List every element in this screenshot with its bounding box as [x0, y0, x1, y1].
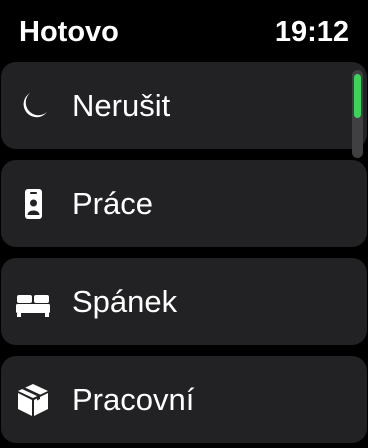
focus-mode-item-nerusit[interactable]: Nerušit: [1, 62, 367, 149]
bed-icon: [16, 295, 50, 317]
focus-mode-item-spanek[interactable]: Spánek: [1, 258, 367, 345]
scroll-thumb: [354, 74, 361, 118]
id-badge-icon: [25, 189, 42, 219]
focus-mode-item-pracovni[interactable]: Pracovní: [1, 356, 367, 443]
scroll-indicator: [352, 70, 363, 158]
focus-mode-list: Nerušit Práce Spánek Pracovní: [0, 0, 368, 448]
focus-mode-label: Spánek: [72, 284, 178, 319]
moon-icon: [23, 93, 47, 118]
focus-mode-label: Pracovní: [72, 382, 195, 417]
focus-mode-label: Nerušit: [72, 88, 171, 123]
focus-mode-label: Práce: [72, 186, 153, 221]
box-icon: [18, 384, 48, 416]
focus-mode-item-prace[interactable]: Práce: [1, 160, 367, 247]
